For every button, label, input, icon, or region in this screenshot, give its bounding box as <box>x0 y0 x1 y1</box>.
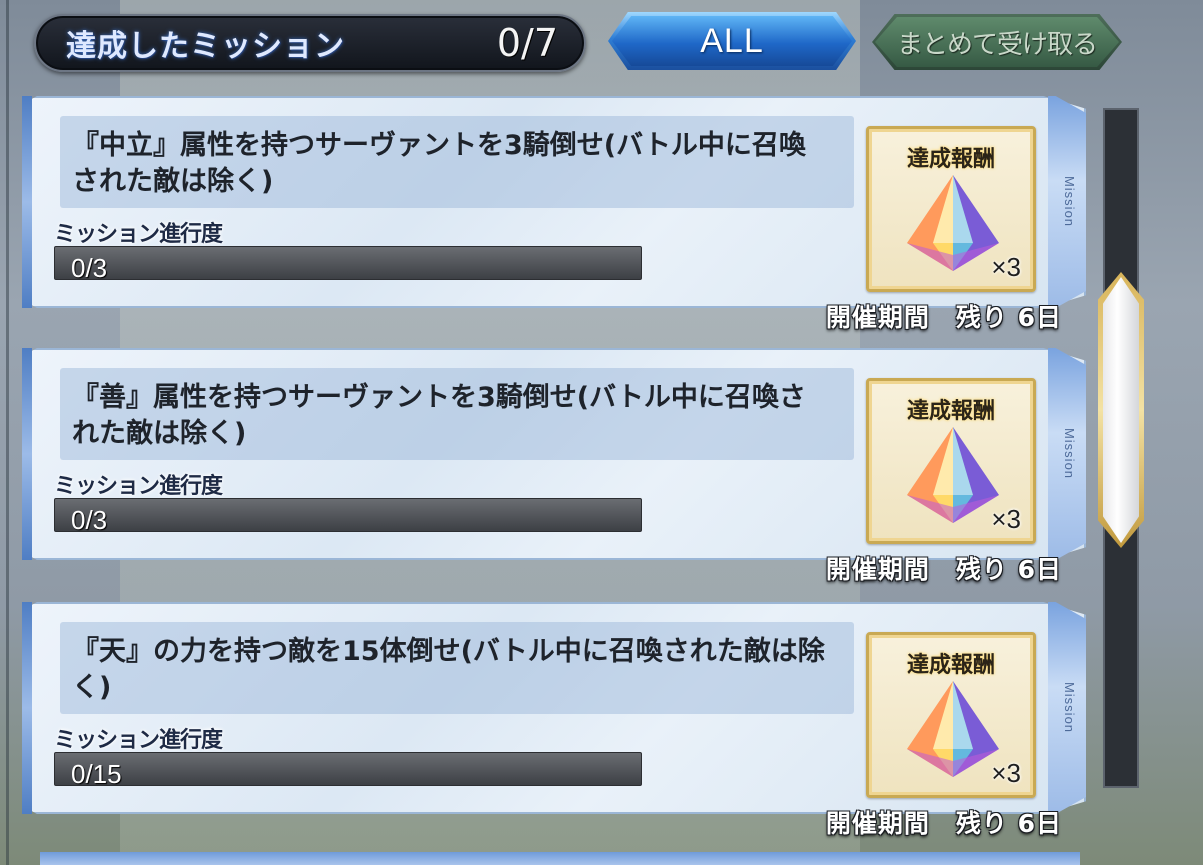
saint-quartz-icon <box>907 427 999 523</box>
mission-period: 開催期間 残り 6日 <box>825 809 1062 838</box>
mission-progress-bar: 0/3 <box>54 498 642 535</box>
mission-progress-label: ミッション進行度 <box>54 222 223 247</box>
mission-progress-bar: 0/3 <box>54 246 642 283</box>
saint-quartz-icon <box>907 681 999 777</box>
card-left-edge <box>22 602 32 814</box>
reward-label: 達成報酬 <box>906 399 995 424</box>
mission-progress-label: ミッション進行度 <box>54 474 223 499</box>
scrollbar-thumb[interactable] <box>1098 272 1144 548</box>
mission-progress-text: 0/3 <box>71 253 108 283</box>
mission-progress-bar: 0/15 <box>54 752 642 789</box>
reward-quantity: ×3 <box>991 758 1021 788</box>
mission-list: 『中立』属性を持つサーヴァントを3騎倒せ(バトル中に召喚された敵は除く) ミッシ… <box>0 0 1203 865</box>
reward-box[interactable]: 達成報酬 ×3 <box>866 378 1036 544</box>
reward-box[interactable]: 達成報酬 ×3 <box>866 126 1036 292</box>
mission-progress-text: 0/3 <box>71 505 108 535</box>
mission-card[interactable]: 『善』属性を持つサーヴァントを3騎倒せ(バトル中に召喚された敵は除く) ミッショ… <box>22 348 1086 584</box>
mission-side-tag-text: Mission <box>1062 427 1078 479</box>
mission-side-tag-text: Mission <box>1062 175 1078 227</box>
mission-period: 開催期間 残り 6日 <box>825 555 1062 584</box>
mission-period: 開催期間 残り 6日 <box>825 303 1062 332</box>
next-mission-card-edge <box>40 852 1080 865</box>
card-left-edge <box>22 348 32 560</box>
saint-quartz-icon <box>907 175 999 271</box>
reward-quantity: ×3 <box>991 252 1021 282</box>
mission-description: 『天』の力を持つ敵を15体倒せ(バトル中に召喚された敵は除く) <box>72 636 825 703</box>
mission-side-tag: Mission <box>1056 408 1084 498</box>
mission-card[interactable]: 『中立』属性を持つサーヴァントを3騎倒せ(バトル中に召喚された敵は除く) ミッシ… <box>22 96 1086 332</box>
mission-side-tag: Mission <box>1056 662 1084 752</box>
reward-label: 達成報酬 <box>906 147 995 172</box>
mission-description: 『中立』属性を持つサーヴァントを3騎倒せ(バトル中に召喚された敵は除く) <box>72 130 806 197</box>
card-left-edge <box>22 96 32 308</box>
mission-card[interactable]: 『天』の力を持つ敵を15体倒せ(バトル中に召喚された敵は除く) ミッション進行度… <box>22 602 1086 838</box>
mission-description: 『善』属性を持つサーヴァントを3騎倒せ(バトル中に召喚された敵は除く) <box>72 382 806 449</box>
reward-box[interactable]: 達成報酬 ×3 <box>866 632 1036 798</box>
mission-progress-text: 0/15 <box>71 759 122 789</box>
mission-side-tag-text: Mission <box>1062 681 1078 733</box>
reward-quantity: ×3 <box>991 504 1021 534</box>
mission-side-tag: Mission <box>1056 156 1084 246</box>
mission-progress-label: ミッション進行度 <box>54 728 223 753</box>
reward-label: 達成報酬 <box>906 653 995 678</box>
